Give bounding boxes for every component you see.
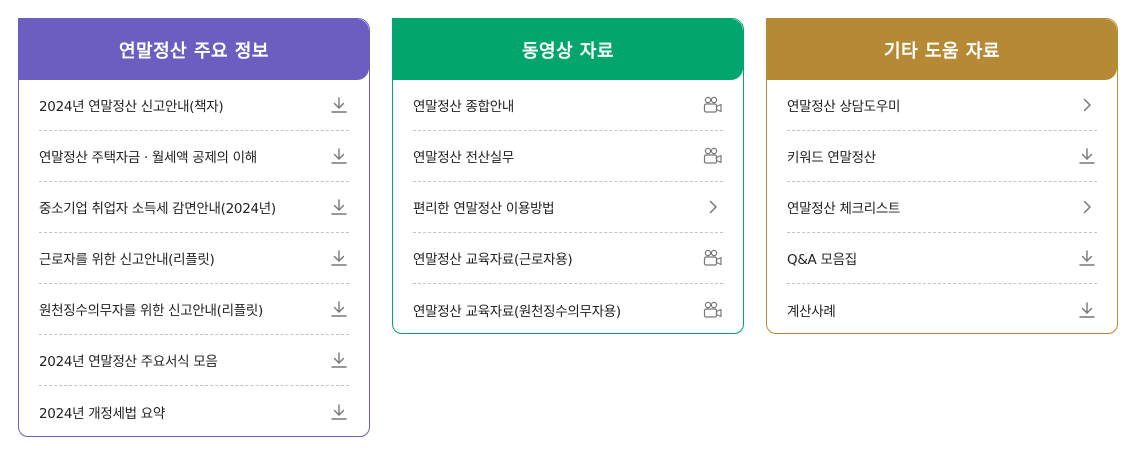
- main-info-card: 연말정산 주요 정보 2024년 연말정산 신고안내(책자) 연말정산 주택자금…: [18, 18, 370, 437]
- list-item[interactable]: 2024년 연말정산 신고안내(책자): [39, 80, 349, 131]
- list-item[interactable]: Q&A 모음집: [787, 233, 1097, 284]
- item-label: Q&A 모음집: [787, 252, 857, 268]
- video-camera-icon[interactable]: [703, 248, 723, 268]
- video-camera-icon[interactable]: [703, 95, 723, 115]
- item-label: 연말정산 주택자금 · 월세액 공제의 이해: [39, 150, 257, 166]
- main-info-title: 연말정산 주요 정보: [19, 19, 369, 80]
- download-icon[interactable]: [329, 146, 349, 166]
- download-icon[interactable]: [329, 350, 349, 370]
- chevron-right-icon[interactable]: [1077, 197, 1097, 217]
- list-item[interactable]: 연말정산 상담도우미: [787, 80, 1097, 131]
- video-camera-icon[interactable]: [703, 146, 723, 166]
- item-label: 연말정산 교육자료(근로자용): [413, 252, 573, 268]
- download-icon[interactable]: [1077, 146, 1097, 166]
- list-item[interactable]: 키워드 연말정산: [787, 131, 1097, 182]
- item-label: 계산사례: [787, 303, 836, 320]
- item-label: 편리한 연말정산 이용방법: [413, 201, 555, 217]
- list-item[interactable]: 원천징수의무자를 위한 신고안내(리플릿): [39, 284, 349, 335]
- list-item[interactable]: 연말정산 종합안내: [413, 80, 723, 131]
- download-icon[interactable]: [1077, 248, 1097, 268]
- list-item[interactable]: 근로자를 위한 신고안내(리플릿): [39, 233, 349, 284]
- item-label: 키워드 연말정산: [787, 150, 876, 166]
- item-label: 연말정산 상담도우미: [787, 99, 901, 115]
- download-icon[interactable]: [329, 95, 349, 115]
- list-item[interactable]: 편리한 연말정산 이용방법: [413, 182, 723, 233]
- item-label: 2024년 개정세법 요약: [39, 405, 165, 422]
- video-materials-card: 동영상 자료 연말정산 종합안내 연말정산 전산실무 편리한 연말정산 이용방법…: [392, 18, 744, 334]
- other-help-list: 연말정산 상담도우미 키워드 연말정산 연말정산 체크리스트 Q&A 모음집 계…: [767, 80, 1117, 333]
- download-icon[interactable]: [329, 197, 349, 217]
- list-item[interactable]: 연말정산 교육자료(근로자용): [413, 233, 723, 284]
- item-label: 연말정산 체크리스트: [787, 201, 901, 217]
- item-label: 2024년 연말정산 신고안내(책자): [39, 99, 224, 115]
- list-item[interactable]: 연말정산 주택자금 · 월세액 공제의 이해: [39, 131, 349, 182]
- item-label: 연말정산 전산실무: [413, 150, 514, 166]
- list-item[interactable]: 2024년 개정세법 요약: [39, 386, 349, 436]
- video-materials-list: 연말정산 종합안내 연말정산 전산실무 편리한 연말정산 이용방법 연말정산 교…: [393, 80, 743, 333]
- chevron-right-icon[interactable]: [703, 197, 723, 217]
- video-camera-icon[interactable]: [703, 300, 723, 320]
- item-label: 연말정산 교육자료(원천징수의무자용): [413, 303, 621, 320]
- other-help-card: 기타 도움 자료 연말정산 상담도우미 키워드 연말정산 연말정산 체크리스트 …: [766, 18, 1118, 334]
- item-label: 원천징수의무자를 위한 신고안내(리플릿): [39, 303, 263, 319]
- list-item[interactable]: 2024년 연말정산 주요서식 모음: [39, 335, 349, 386]
- list-item[interactable]: 연말정산 교육자료(원천징수의무자용): [413, 284, 723, 333]
- list-item[interactable]: 연말정산 전산실무: [413, 131, 723, 182]
- list-item[interactable]: 중소기업 취업자 소득세 감면안내(2024년): [39, 182, 349, 233]
- download-icon[interactable]: [329, 248, 349, 268]
- main-info-list: 2024년 연말정산 신고안내(책자) 연말정산 주택자금 · 월세액 공제의 …: [19, 80, 369, 436]
- download-icon[interactable]: [329, 402, 349, 422]
- resources-page: 연말정산 주요 정보 2024년 연말정산 신고안내(책자) 연말정산 주택자금…: [0, 0, 1134, 460]
- item-label: 중소기업 취업자 소득세 감면안내(2024년): [39, 201, 276, 217]
- item-label: 연말정산 종합안내: [413, 99, 514, 115]
- video-materials-title: 동영상 자료: [393, 19, 743, 80]
- list-item[interactable]: 계산사례: [787, 284, 1097, 333]
- other-help-title: 기타 도움 자료: [767, 19, 1117, 80]
- chevron-right-icon[interactable]: [1077, 95, 1097, 115]
- download-icon[interactable]: [1077, 300, 1097, 320]
- item-label: 근로자를 위한 신고안내(리플릿): [39, 252, 215, 268]
- item-label: 2024년 연말정산 주요서식 모음: [39, 354, 218, 370]
- download-icon[interactable]: [329, 299, 349, 319]
- list-item[interactable]: 연말정산 체크리스트: [787, 182, 1097, 233]
